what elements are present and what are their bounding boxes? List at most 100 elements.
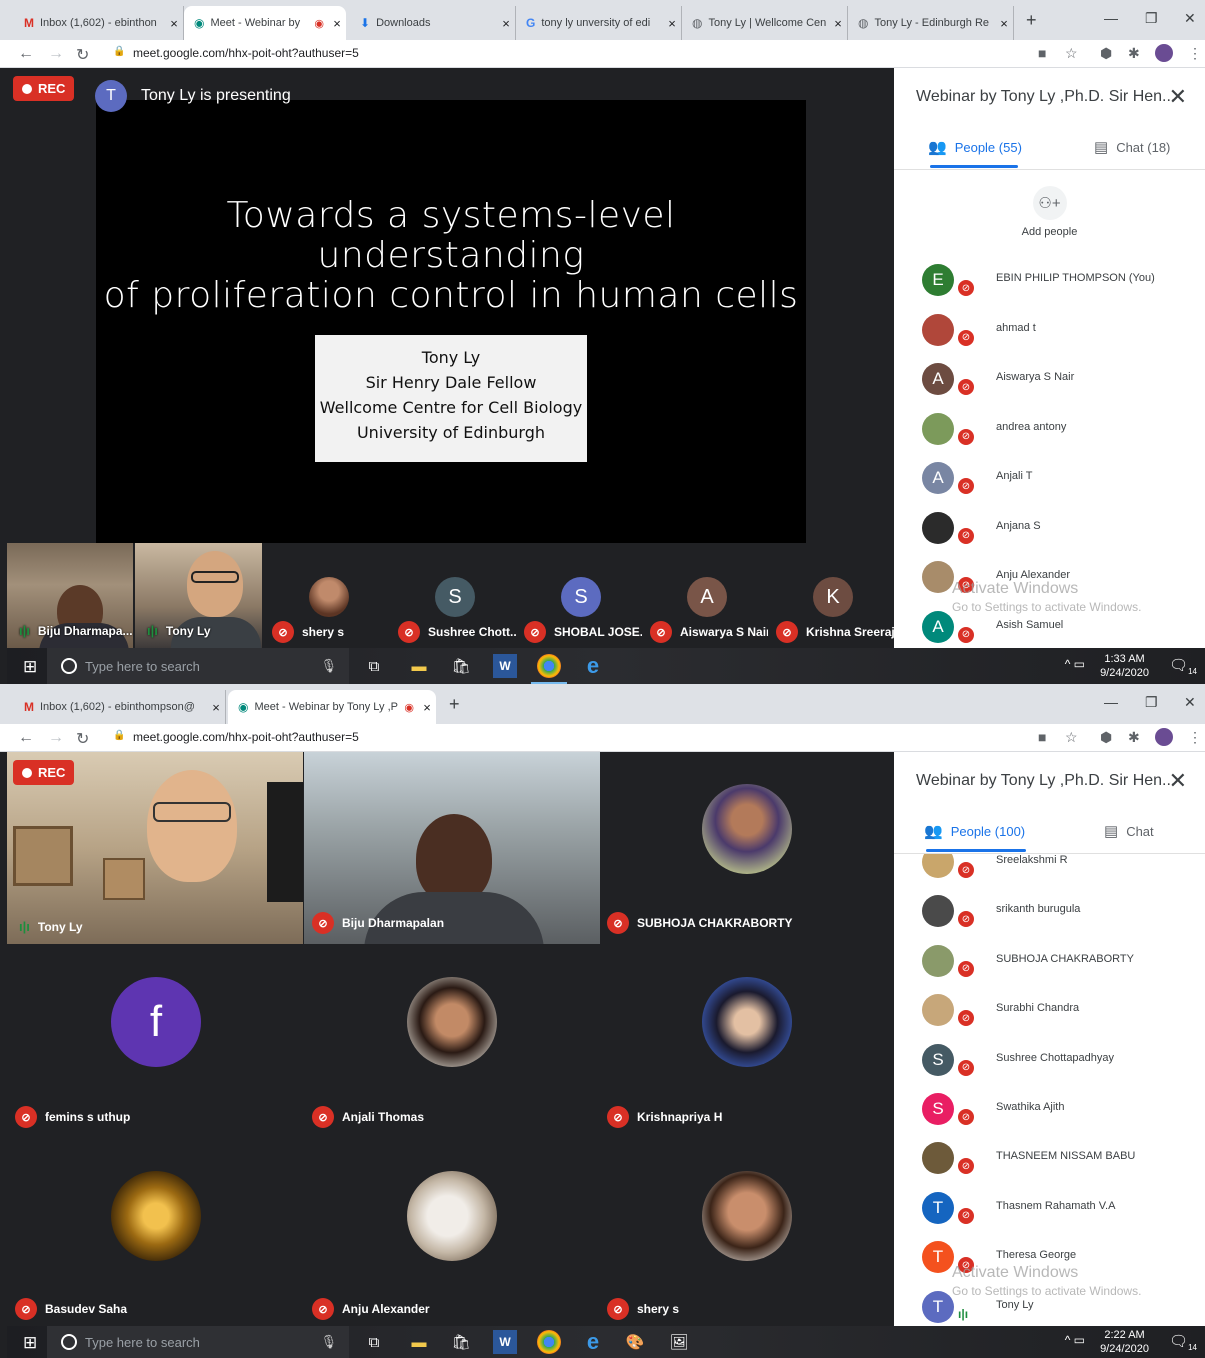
participant-tile[interactable]: ⊘ Krishnapriya H <box>601 945 894 1138</box>
people-list[interactable]: ⊘ Sreelakshmi R ⊘ srikanth burugula ⊘ SUBHOJA… <box>894 854 1205 1330</box>
extensions-icon[interactable]: ✱ <box>1128 45 1140 62</box>
reload-icon[interactable]: ↻ <box>76 45 89 65</box>
new-tab-button[interactable]: + <box>449 694 460 715</box>
extensions-icon[interactable]: ✱ <box>1128 729 1140 746</box>
taskbar-search-input[interactable]: Type here to search 🎙 <box>47 648 349 684</box>
camera-icon[interactable]: ■ <box>1038 729 1046 745</box>
participant-row[interactable]: S ⊘ Sushree Chottapadhyay <box>922 1040 1202 1080</box>
back-icon[interactable]: ← <box>18 729 34 747</box>
participant-row[interactable]: Tı|ı Tony Ly <box>922 1287 1202 1327</box>
edge-icon[interactable]: e <box>581 1329 605 1354</box>
tab-meet[interactable]: ◉ Meet - Webinar by Tony Ly ,P ◉ × <box>228 690 436 724</box>
close-tab-icon[interactable]: × <box>995 16 1013 31</box>
tab-people[interactable]: 👥 People (100) <box>924 822 1025 840</box>
close-tab-icon[interactable]: × <box>165 16 183 31</box>
participant-row[interactable]: S ⊘ Swathika Ajith <box>922 1089 1202 1129</box>
tab-downloads[interactable]: ⬇ Downloads × <box>350 6 516 40</box>
clock[interactable]: 1:33 AM 9/24/2020 <box>1100 652 1149 680</box>
participant-tile[interactable]: A ⊘ Aiswarya S Nair <box>644 543 770 648</box>
chrome-icon[interactable] <box>531 654 567 684</box>
windows-start-icon[interactable]: ⊞ <box>23 1333 37 1353</box>
new-tab-button[interactable]: + <box>1026 10 1037 31</box>
task-view-icon[interactable]: ⧉ <box>362 1330 386 1354</box>
participant-tile[interactable]: S ⊘ SHOBAL JOSE... <box>518 543 644 648</box>
tab-edinburgh[interactable]: ◍ Tony Ly - Edinburgh Re × <box>848 6 1014 40</box>
participant-row[interactable]: A ⊘ Anjali T <box>922 458 1202 498</box>
tab-chat[interactable]: ▤ Chat <box>1104 822 1154 840</box>
star-icon[interactable]: ☆ <box>1065 45 1078 62</box>
tray-chevron-icon[interactable]: ^ ▭ <box>1065 657 1085 671</box>
participant-tile[interactable]: ⊘ Basudev Saha <box>7 1139 303 1330</box>
participant-row[interactable]: ⊘ andrea antony <box>922 409 1202 449</box>
close-window-button[interactable]: ✕ <box>1184 10 1196 27</box>
participant-row[interactable]: ⊘ srikanth burugula <box>922 891 1202 931</box>
add-people-button[interactable]: ⚇+ Add people <box>894 186 1205 238</box>
tab-people[interactable]: 👥 People (55) <box>928 138 1022 156</box>
reload-icon[interactable]: ↻ <box>76 729 89 749</box>
close-tab-icon[interactable]: × <box>497 16 515 31</box>
close-window-button[interactable]: ✕ <box>1184 694 1196 711</box>
close-tab-icon[interactable]: × <box>663 16 681 31</box>
participant-row[interactable]: ⊘ ahmad t <box>922 310 1202 350</box>
minimize-button[interactable]: — <box>1104 694 1118 710</box>
shield-icon[interactable]: ⬢ <box>1100 45 1112 62</box>
close-tab-icon[interactable]: × <box>328 16 346 31</box>
tab-wellcome[interactable]: ◍ Tony Ly | Wellcome Cen × <box>682 6 848 40</box>
profile-avatar[interactable] <box>1155 728 1173 746</box>
tab-gmail[interactable]: M Inbox (1,602) - ebinthon × <box>14 6 184 40</box>
participant-row[interactable]: ⊘ Anju Alexander <box>922 557 1202 597</box>
participant-row[interactable]: ⊘ Sreelakshmi R <box>922 854 1202 882</box>
word-icon[interactable]: W <box>493 1330 517 1354</box>
participant-row[interactable]: E ⊘ EBIN PHILIP THOMPSON (You) <box>922 260 1202 300</box>
file-explorer-icon[interactable]: ▬ <box>407 654 431 678</box>
tray-chevron-icon[interactable]: ^ ▭ <box>1065 1333 1085 1347</box>
participant-row[interactable]: A ⊘ Asish Samuel <box>922 607 1202 647</box>
microphone-icon[interactable]: 🎙 <box>320 1334 337 1350</box>
participant-tile[interactable]: ⊘ SUBHOJA CHAKRABORTY <box>601 752 894 944</box>
star-icon[interactable]: ☆ <box>1065 729 1078 746</box>
notifications-icon[interactable]: 🗨14 <box>1169 656 1197 676</box>
forward-icon[interactable]: → <box>48 729 64 747</box>
close-tab-icon[interactable]: × <box>418 700 436 715</box>
close-panel-icon[interactable]: ✕ <box>1169 84 1187 110</box>
participant-tile[interactable]: ⊘ Anjali Thomas <box>304 945 600 1138</box>
video-tile[interactable]: ı|ı Tony Ly <box>135 543 262 648</box>
participant-tile[interactable]: ⊘ Anju Alexander <box>304 1139 600 1330</box>
close-tab-icon[interactable]: × <box>829 16 847 31</box>
microphone-icon[interactable]: 🎙 <box>320 658 337 674</box>
word-icon[interactable]: W <box>493 654 517 678</box>
restore-button[interactable]: ❐ <box>1145 694 1158 711</box>
camera-icon[interactable]: ■ <box>1038 45 1046 61</box>
notifications-icon[interactable]: 🗨14 <box>1169 1332 1197 1352</box>
paint-icon[interactable]: 🎨 <box>623 1330 647 1354</box>
shield-icon[interactable]: ⬢ <box>1100 729 1112 746</box>
close-tab-icon[interactable]: × <box>207 700 225 715</box>
edge-icon[interactable]: e <box>581 653 605 678</box>
participant-row[interactable]: T ⊘ Theresa George <box>922 1237 1202 1277</box>
store-icon[interactable]: 🛍 <box>449 654 473 678</box>
minimize-button[interactable]: — <box>1104 10 1118 26</box>
clock[interactable]: 2:22 AM 9/24/2020 <box>1100 1328 1149 1356</box>
chrome-icon[interactable] <box>537 1330 561 1354</box>
task-view-icon[interactable]: ⧉ <box>362 654 386 678</box>
url-field[interactable]: meet.google.com/hhx-poit-oht?authuser=5 <box>133 46 359 60</box>
close-panel-icon[interactable]: ✕ <box>1169 768 1187 794</box>
participant-tile[interactable]: S ⊘ Sushree Chott... <box>392 543 518 648</box>
windows-start-icon[interactable]: ⊞ <box>23 657 37 677</box>
participant-row[interactable]: ⊘ THASNEEM NISSAM BABU <box>922 1138 1202 1178</box>
participant-row[interactable]: ⊘ Anjana S <box>922 508 1202 548</box>
video-tile[interactable]: ⊘ Biju Dharmapalan <box>304 752 600 944</box>
tab-chat[interactable]: ▤ Chat (18) <box>1094 138 1170 156</box>
participant-row[interactable]: A ⊘ Aiswarya S Nair <box>922 359 1202 399</box>
tab-meet[interactable]: ◉ Meet - Webinar by ◉ × <box>184 6 346 40</box>
participant-row[interactable]: T ⊘ Thasnem Rahamath V.A <box>922 1188 1202 1228</box>
participant-tile[interactable]: K ⊘ Krishna Sreeraj <box>770 543 896 648</box>
menu-icon[interactable]: ⋮ <box>1188 729 1202 746</box>
participant-row[interactable]: ⊘ SUBHOJA CHAKRABORTY <box>922 941 1202 981</box>
tab-gmail[interactable]: M Inbox (1,602) - ebinthompson@ × <box>14 690 226 724</box>
back-icon[interactable]: ← <box>18 45 34 63</box>
file-explorer-icon[interactable]: ▬ <box>407 1330 431 1354</box>
photos-icon[interactable]: 🖼 <box>667 1330 691 1354</box>
url-field[interactable]: meet.google.com/hhx-poit-oht?authuser=5 <box>133 730 359 744</box>
restore-button[interactable]: ❐ <box>1145 10 1158 27</box>
